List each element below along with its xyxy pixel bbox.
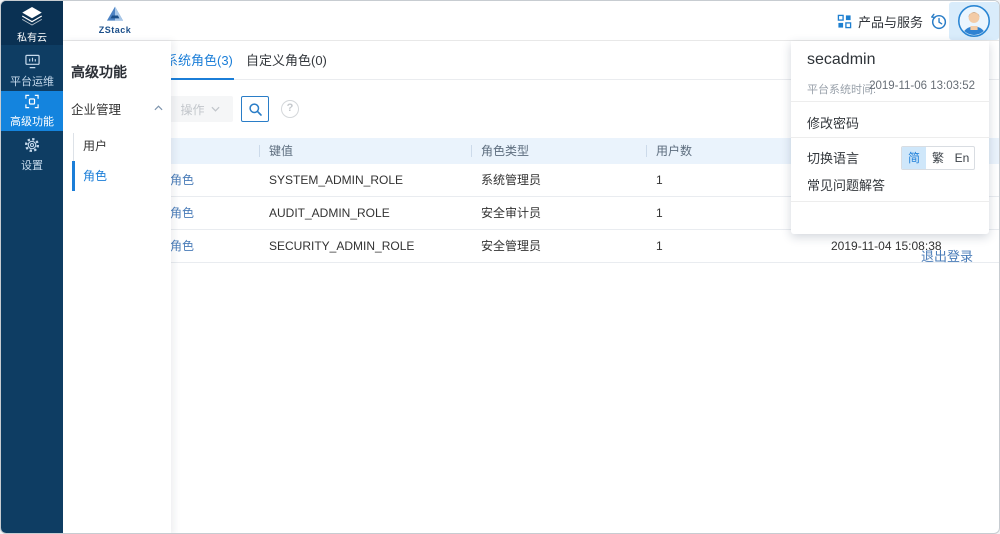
system-time-value: 2019-11-06 13:03:52	[869, 80, 975, 92]
sidebar-item-advanced-features[interactable]: 高级功能	[1, 91, 63, 131]
system-time-label: 平台系统时间:	[807, 81, 876, 97]
language-row: 切换语言 简 繁 En	[791, 145, 989, 169]
active-tab-underline	[162, 78, 234, 80]
col-header-key: 键值	[269, 138, 293, 164]
submenu-item-roles[interactable]: 角色	[83, 167, 163, 185]
apps-grid-icon	[837, 14, 852, 29]
divider	[791, 137, 989, 138]
chevron-up-icon	[154, 105, 163, 111]
active-item-bar	[72, 161, 75, 191]
primary-sidebar: 私有云 平台运维 高级功能 设置	[1, 1, 63, 534]
gear-icon	[24, 137, 40, 153]
table-row: 安全管理员角色 SECURITY_ADMIN_ROLE 安全管理员 1 2019…	[63, 230, 999, 263]
switch-language-label: 切换语言	[807, 148, 859, 167]
col-header-role-type: 角色类型	[481, 138, 529, 164]
user-count-cell: 1	[656, 197, 663, 230]
change-password-item[interactable]: 修改密码	[807, 113, 859, 132]
role-key-cell: SECURITY_ADMIN_ROLE	[269, 230, 414, 263]
sidebar-item-label: 设置	[1, 157, 63, 173]
role-type-cell: 系统管理员	[481, 164, 541, 197]
tab-custom-roles[interactable]: 自定义角色(0)	[246, 41, 327, 80]
username-label: secadmin	[807, 51, 875, 69]
column-separator	[471, 145, 472, 157]
user-count-cell: 1	[656, 230, 663, 263]
advanced-features-flyout: 高级功能 企业管理 用户 角色	[63, 41, 171, 534]
lang-option-english[interactable]: En	[950, 147, 974, 169]
language-toggle-group: 简 繁 En	[901, 146, 975, 170]
user-avatar	[957, 4, 991, 38]
zstack-logo-icon	[104, 4, 126, 24]
sidebar-item-label: 高级功能	[1, 113, 63, 129]
lang-option-simplified[interactable]: 简	[902, 147, 926, 169]
user-avatar-button[interactable]	[949, 2, 999, 40]
role-type-cell: 安全审计员	[481, 197, 541, 230]
products-services-label: 产品与服务	[858, 12, 923, 31]
product-name-label: 私有云	[1, 29, 63, 44]
user-dropdown-menu: secadmin 平台系统时间: 2019-11-06 13:03:52 修改密…	[791, 41, 989, 234]
sidebar-item-platform-ops[interactable]: 平台运维	[1, 51, 63, 91]
history-clock-icon	[929, 12, 948, 31]
product-logo-block: 私有云	[1, 1, 63, 45]
group-label: 企业管理	[71, 99, 121, 118]
role-type-cell: 安全管理员	[481, 230, 541, 263]
cloud-stack-icon	[20, 6, 44, 26]
search-icon	[248, 102, 263, 117]
faq-item[interactable]: 常见问题解答	[807, 175, 885, 194]
top-bar: ZStack 产品与服务	[63, 1, 999, 41]
column-separator	[646, 145, 647, 157]
column-separator	[259, 145, 260, 157]
user-count-cell: 1	[656, 164, 663, 197]
divider	[791, 101, 989, 102]
col-header-user-count: 用户数	[656, 138, 692, 164]
logout-link[interactable]: 退出登录	[921, 246, 973, 265]
role-key-cell: AUDIT_ADMIN_ROLE	[269, 197, 390, 230]
zstack-brand: ZStack	[85, 4, 145, 35]
submenu-item-users[interactable]: 用户	[83, 137, 163, 155]
frame-icon	[24, 94, 40, 109]
group-enterprise-management[interactable]: 企业管理	[71, 99, 163, 117]
actions-dropdown-button[interactable]: 操作	[167, 96, 233, 122]
actions-button-label: 操作	[180, 101, 204, 118]
search-button[interactable]	[241, 96, 269, 122]
sidebar-item-label: 平台运维	[1, 73, 63, 89]
tab-system-roles[interactable]: 系统角色(3)	[165, 41, 233, 80]
flyout-title: 高级功能	[71, 62, 127, 82]
zstack-brand-label: ZStack	[85, 25, 145, 35]
help-icon[interactable]: ?	[281, 100, 299, 118]
divider	[791, 201, 989, 202]
sidebar-item-settings[interactable]: 设置	[1, 134, 63, 174]
chevron-down-icon	[211, 106, 220, 112]
monitor-icon	[24, 54, 41, 69]
app-window: ZStack 产品与服务	[0, 0, 1000, 534]
role-key-cell: SYSTEM_ADMIN_ROLE	[269, 164, 403, 197]
products-services-button[interactable]: 产品与服务	[837, 1, 923, 41]
lang-option-traditional[interactable]: 繁	[926, 147, 950, 169]
submenu-guide-line	[73, 133, 74, 161]
